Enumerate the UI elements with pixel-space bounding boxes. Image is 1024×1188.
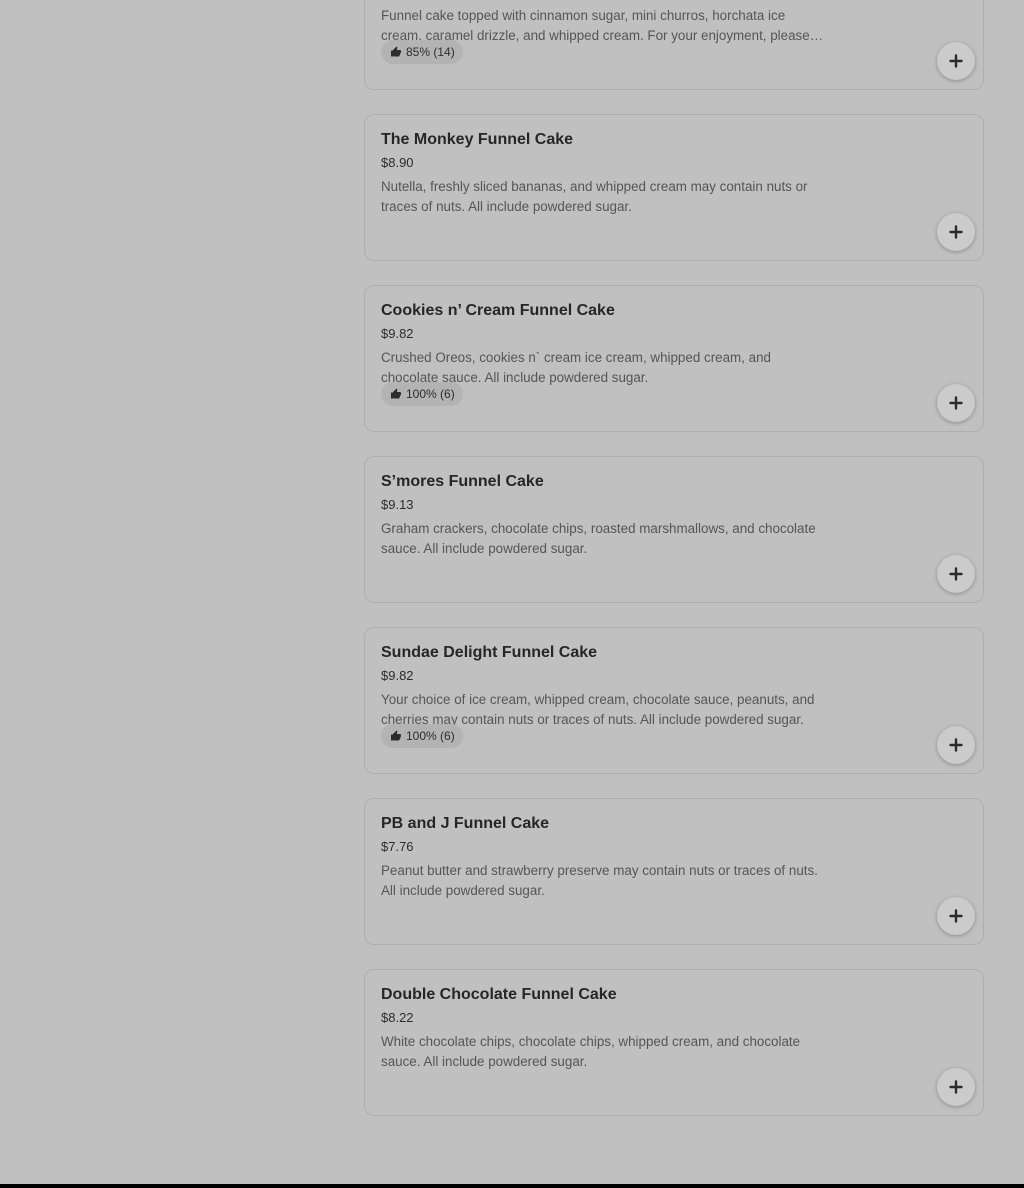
menu-item-card[interactable]: S’mores Funnel Cake $9.13 Graham cracker… bbox=[364, 456, 984, 603]
menu-item-body: PB and J Funnel Cake $7.76 Peanut butter… bbox=[381, 813, 826, 901]
bottom-edge-bar bbox=[0, 1184, 1024, 1188]
menu-item-name: S’mores Funnel Cake bbox=[381, 473, 544, 490]
menu-item-name: Sundae Delight Funnel Cake bbox=[381, 644, 598, 661]
menu-item-name: Double Chocolate Funnel Cake bbox=[381, 986, 617, 1003]
plus-icon bbox=[949, 738, 963, 752]
menu-item-card[interactable]: Funnel cake topped with cinnamon sugar, … bbox=[364, 0, 984, 90]
add-item-button[interactable] bbox=[937, 1068, 975, 1106]
plus-icon bbox=[949, 54, 963, 68]
menu-item-description: Peanut butter and strawberry preserve ma… bbox=[381, 863, 818, 898]
menu-item-card[interactable]: PB and J Funnel Cake $7.76 Peanut butter… bbox=[364, 798, 984, 945]
menu-item-name: PB and J Funnel Cake bbox=[381, 815, 550, 832]
menu-item-price: $9.82 bbox=[381, 326, 414, 341]
menu-item-body: The Monkey Funnel Cake $8.90 Nutella, fr… bbox=[381, 129, 826, 217]
menu-item-card[interactable]: Double Chocolate Funnel Cake $8.22 White… bbox=[364, 969, 984, 1116]
thumbs-up-icon bbox=[391, 730, 401, 741]
thumbs-up-icon bbox=[391, 388, 401, 399]
plus-icon bbox=[949, 225, 963, 239]
plus-icon bbox=[949, 567, 963, 581]
menu-item-card[interactable]: Sundae Delight Funnel Cake $9.82 Your ch… bbox=[364, 627, 984, 774]
menu-item-price: $9.82 bbox=[381, 668, 414, 683]
menu-item-description: White chocolate chips, chocolate chips, … bbox=[381, 1034, 801, 1069]
add-item-button[interactable] bbox=[937, 42, 975, 80]
menu-item-name: Cookies n’ Cream Funnel Cake bbox=[381, 302, 615, 319]
menu-item-description: Graham crackers, chocolate chips, roaste… bbox=[381, 521, 816, 556]
menu-item-body: Sundae Delight Funnel Cake $9.82 Your ch… bbox=[381, 642, 826, 730]
rating-badge: 100% (6) bbox=[381, 724, 463, 748]
rating-text: 100% (6) bbox=[406, 729, 455, 743]
menu-item-body: Double Chocolate Funnel Cake $8.22 White… bbox=[381, 984, 826, 1072]
plus-icon bbox=[949, 396, 963, 410]
menu-item-price bbox=[381, 0, 826, 1]
menu-item-card[interactable]: The Monkey Funnel Cake $8.90 Nutella, fr… bbox=[364, 114, 984, 261]
rating-text: 85% (14) bbox=[406, 45, 455, 59]
menu-item-card[interactable]: Cookies n’ Cream Funnel Cake $9.82 Crush… bbox=[364, 285, 984, 432]
rating-text: 100% (6) bbox=[406, 387, 455, 401]
thumbs-up-icon bbox=[391, 46, 401, 57]
menu-item-price: $8.90 bbox=[381, 155, 414, 170]
add-item-button[interactable] bbox=[937, 384, 975, 422]
rating-badge: 85% (14) bbox=[381, 40, 463, 64]
menu-item-body: S’mores Funnel Cake $9.13 Graham cracker… bbox=[381, 471, 826, 559]
menu-item-list: Funnel cake topped with cinnamon sugar, … bbox=[364, 0, 984, 1140]
menu-item-price: $9.13 bbox=[381, 497, 414, 512]
plus-icon bbox=[949, 909, 963, 923]
menu-item-price: $8.22 bbox=[381, 1010, 414, 1025]
menu-item-body: Cookies n’ Cream Funnel Cake $9.82 Crush… bbox=[381, 300, 826, 388]
add-item-button[interactable] bbox=[937, 213, 975, 251]
menu-item-price: $7.76 bbox=[381, 839, 414, 854]
rating-badge: 100% (6) bbox=[381, 382, 463, 406]
add-item-button[interactable] bbox=[937, 726, 975, 764]
menu-item-name: The Monkey Funnel Cake bbox=[381, 131, 574, 148]
plus-icon bbox=[949, 1080, 963, 1094]
add-item-button[interactable] bbox=[937, 897, 975, 935]
menu-item-description: Nutella, freshly sliced bananas, and whi… bbox=[381, 179, 808, 214]
add-item-button[interactable] bbox=[937, 555, 975, 593]
